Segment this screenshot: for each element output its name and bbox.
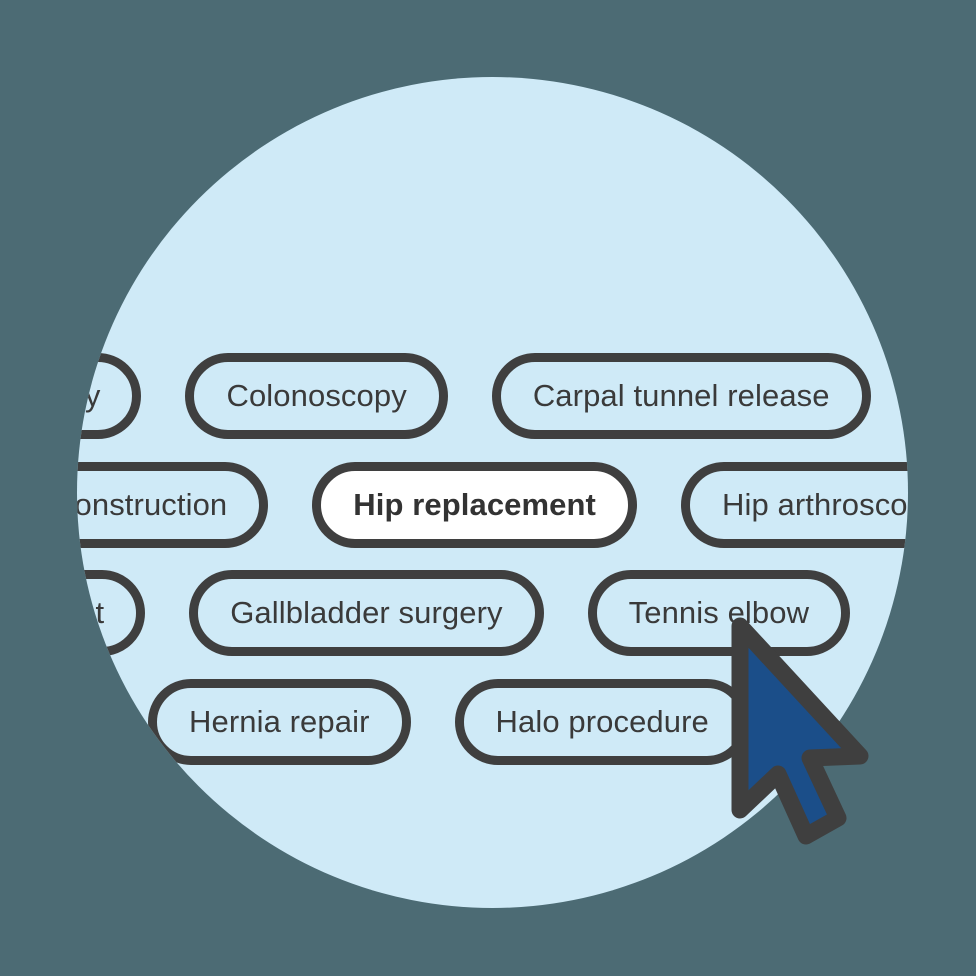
chip-halo-procedure[interactable]: Halo procedure — [454, 679, 750, 765]
chip-row-2: ACL reconstruction Hip replacement Hip a… — [77, 462, 908, 548]
chip-row-3: Knee replacement Gallbladder surgery Ten… — [77, 570, 908, 656]
chip-hernia-repair[interactable]: Hernia repair — [148, 679, 411, 765]
chip-row-4: Hernia repair Halo procedure — [77, 679, 908, 765]
chip-row-1: scopy Colonoscopy Carpal tunnel release — [77, 353, 908, 439]
magnifier-lens: scopy Colonoscopy Carpal tunnel release … — [77, 77, 908, 908]
chip-colonoscopy[interactable]: Colonoscopy — [185, 353, 448, 439]
chip-carpal-tunnel-release[interactable]: Carpal tunnel release — [491, 353, 871, 439]
chip-gallbladder-surgery[interactable]: Gallbladder surgery — [189, 570, 544, 656]
chip-arthroscopy[interactable]: scopy — [77, 353, 142, 439]
chip-hip-arthroscopy[interactable]: Hip arthroscopy — [680, 462, 908, 548]
chip-acl-reconstruction[interactable]: ACL reconstruction — [77, 462, 269, 548]
chip-field: scopy Colonoscopy Carpal tunnel release … — [77, 77, 908, 908]
chip-tennis-elbow[interactable]: Tennis elbow — [587, 570, 851, 656]
chip-knee-replacement[interactable]: Knee replacement — [77, 570, 146, 656]
magnified-screenshot-stage: scopy Colonoscopy Carpal tunnel release … — [0, 0, 976, 976]
chip-hip-replacement[interactable]: Hip replacement — [312, 462, 637, 548]
